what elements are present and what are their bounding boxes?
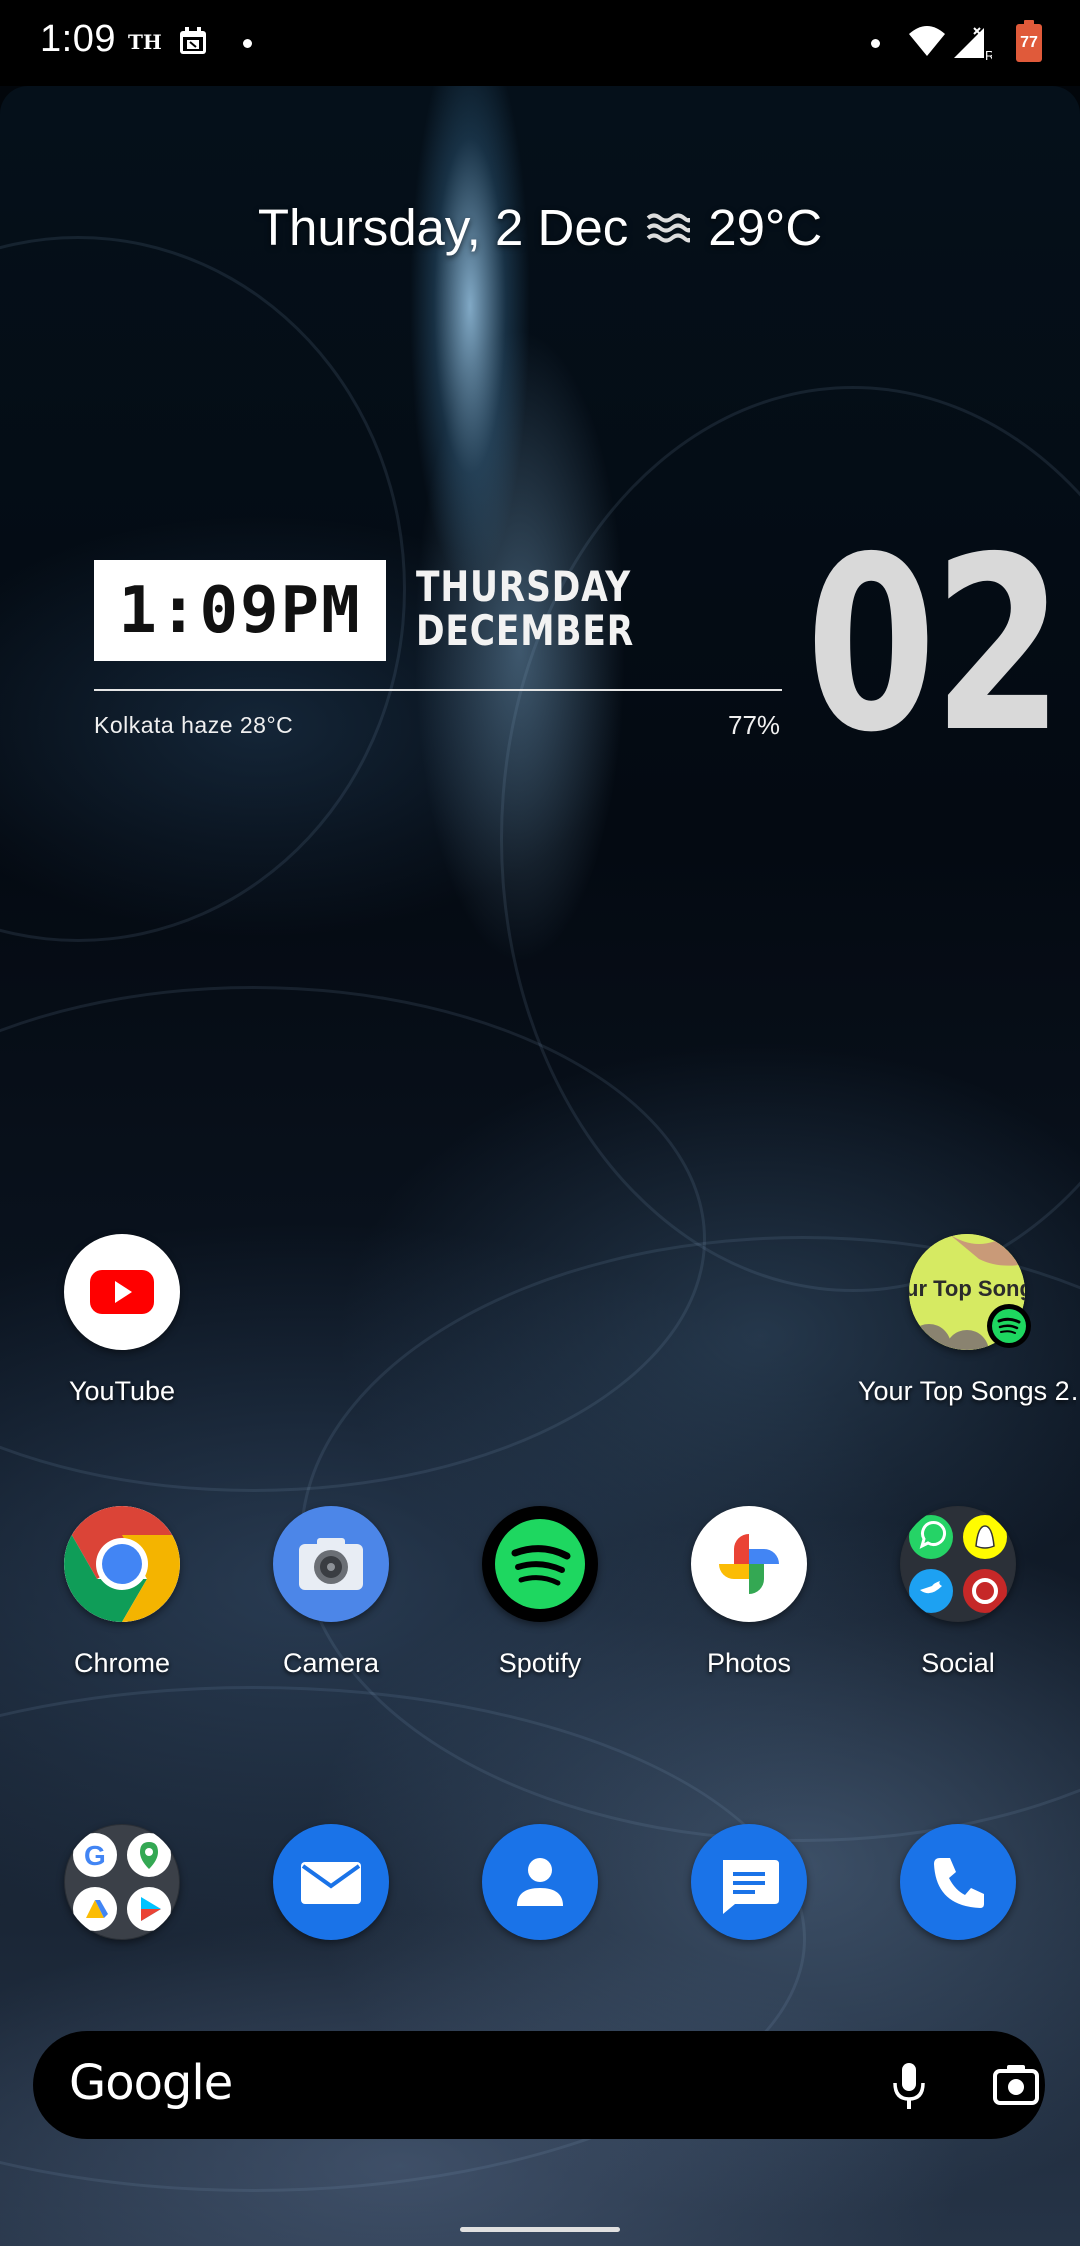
notification-dot-icon xyxy=(871,39,880,48)
home-screen: 1:09 TH R 77 Thursday, 2 Dec 29°C 1:09PM… xyxy=(0,0,1080,2246)
wifi-icon xyxy=(909,26,945,56)
status-time: 1:09 xyxy=(40,18,116,60)
email-icon xyxy=(273,1824,389,1940)
phone-icon xyxy=(900,1824,1016,1940)
app-label: YouTube xyxy=(68,1376,176,1406)
mic-icon[interactable] xyxy=(889,2061,929,2111)
battery-icon: 77 xyxy=(1016,20,1042,62)
app-spotify[interactable]: Spotify xyxy=(440,1506,640,1679)
social-folder-icon xyxy=(900,1506,1016,1622)
clock-time[interactable]: 1:09PM xyxy=(94,560,386,661)
app-label: Spotify xyxy=(498,1648,582,1678)
camera-icon xyxy=(273,1506,389,1622)
app-label: Social xyxy=(921,1648,995,1678)
app-label: Chrome xyxy=(73,1648,171,1678)
app-camera[interactable]: Camera xyxy=(231,1506,431,1679)
app-phone[interactable] xyxy=(858,1824,1058,1940)
signal-icon: R xyxy=(954,27,992,62)
clock-percentage: 77% xyxy=(728,710,781,740)
google-logo[interactable]: Google xyxy=(69,2055,233,2111)
glance-temperature[interactable]: 29°C xyxy=(708,198,822,257)
google-search-bar[interactable]: Google xyxy=(33,2031,1045,2139)
status-bar: 1:09 TH R 77 xyxy=(0,0,1080,86)
contacts-icon xyxy=(482,1824,598,1940)
app-photos[interactable]: Photos xyxy=(649,1506,849,1679)
app-label: Your Top Songs 2… xyxy=(858,1376,1076,1406)
app-messages[interactable] xyxy=(649,1824,849,1940)
svg-text:R: R xyxy=(985,48,992,62)
at-a-glance-widget[interactable]: Thursday, 2 Dec 29°C xyxy=(0,198,1080,257)
messages-icon xyxy=(691,1824,807,1940)
clock-weekday: THURSDAY xyxy=(416,562,632,611)
calendar-icon xyxy=(180,27,206,54)
playlist-art-text: ur Top Songs xyxy=(909,1276,1025,1301)
notification-dot-icon xyxy=(243,39,252,48)
photos-icon xyxy=(691,1506,807,1622)
divider xyxy=(94,689,782,691)
glance-date[interactable]: Thursday, 2 Dec xyxy=(258,198,628,257)
app-label: Photos xyxy=(706,1648,792,1678)
app-google-folder[interactable]: G xyxy=(22,1824,222,1940)
app-contacts[interactable] xyxy=(440,1824,640,1940)
haze-icon xyxy=(646,213,691,242)
app-chrome[interactable]: Chrome xyxy=(22,1506,222,1679)
spotify-badge-icon xyxy=(987,1304,1031,1348)
app-email[interactable] xyxy=(231,1824,431,1940)
lens-icon[interactable] xyxy=(993,2063,1039,2105)
spotify-playlist-shortcut-icon: ur Top Songs xyxy=(909,1234,1031,1350)
app-youtube[interactable]: YouTube xyxy=(22,1234,222,1407)
spotify-icon xyxy=(482,1506,598,1622)
google-folder-icon: G xyxy=(64,1824,180,1940)
carrier-icon: TH xyxy=(128,30,162,54)
battery-level: 77 xyxy=(1020,34,1038,51)
youtube-icon xyxy=(64,1234,180,1350)
svg-text:G: G xyxy=(84,1840,106,1871)
navigation-handle[interactable] xyxy=(460,2227,620,2232)
app-label: Camera xyxy=(282,1648,380,1678)
app-your-top-songs[interactable]: ur Top Songs Your Top Songs 2… xyxy=(858,1234,1076,1407)
clock-day-number[interactable]: 02 xyxy=(806,525,1063,765)
chrome-icon xyxy=(64,1506,180,1622)
clock-weather: Kolkata haze 28°C xyxy=(94,712,294,738)
clock-month: DECEMBER xyxy=(416,606,635,655)
app-social-folder[interactable]: Social xyxy=(858,1506,1058,1679)
